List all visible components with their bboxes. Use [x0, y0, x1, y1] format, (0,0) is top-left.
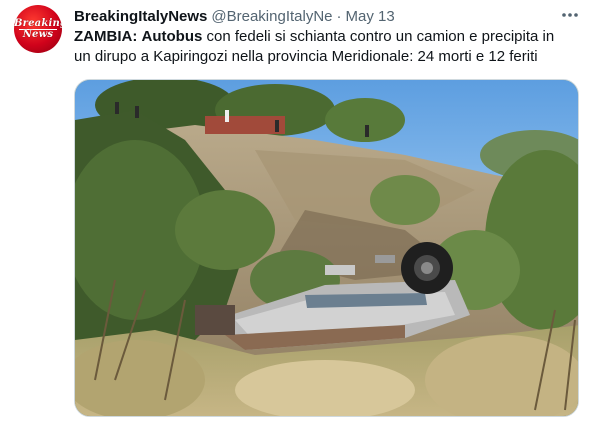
header-separator: ·	[336, 7, 342, 25]
tweet-date[interactable]: May 13	[346, 8, 395, 25]
tweet-text-line1-rest: con fedeli si schianta contro un camion …	[202, 28, 555, 45]
tweet-header: BreakingItalyNews @BreakingItalyNe · May…	[74, 6, 395, 26]
tweet-text-subject: Autobus	[141, 28, 203, 45]
tweet-card[interactable]: Breaking News BreakingItalyNews @Breakin…	[0, 0, 589, 430]
tweet-photo[interactable]	[74, 79, 579, 417]
tweet-text-line-1: ZAMBIA: Autobus con fedeli si schianta c…	[74, 27, 574, 47]
tweet-text-line-2: un dirupo a Kapiringozi nella provincia …	[74, 48, 538, 65]
tweet-text-country: ZAMBIA:	[74, 28, 138, 45]
avatar[interactable]: Breaking News	[14, 5, 62, 53]
more-horizontal-icon	[562, 13, 578, 17]
avatar-logo-text-top: Breaking	[14, 18, 62, 29]
tweet-text: ZAMBIA: Autobus con fedeli si schianta c…	[74, 27, 574, 67]
display-name[interactable]: BreakingItalyNews	[74, 8, 207, 25]
more-options-button[interactable]	[560, 5, 580, 25]
user-handle[interactable]: @BreakingItalyNe	[211, 8, 332, 25]
avatar-logo-text-bottom: News	[22, 29, 54, 40]
crash-scene-photo	[75, 80, 578, 416]
